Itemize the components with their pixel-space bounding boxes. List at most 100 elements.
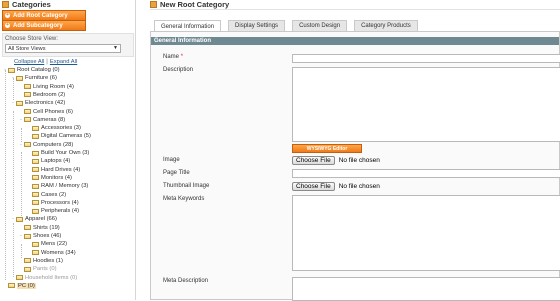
general-information-section: General Information Name * Description W…	[150, 31, 560, 301]
sidebar-header: Categories	[0, 0, 135, 9]
tree-node[interactable]: Shirts (19)	[19, 224, 60, 232]
tree-node-label: Root Catalog (0)	[17, 67, 60, 73]
tree-node[interactable]: Pants (0)	[19, 265, 57, 273]
folder-icon	[24, 142, 31, 148]
tab-display-settings[interactable]: Display Settings	[228, 20, 286, 31]
thumbnail-choose-file-button[interactable]: Choose File	[292, 182, 335, 191]
tree-node-label: PC (0)	[17, 282, 36, 289]
links-separator: |	[46, 59, 48, 65]
tree-guide-line	[21, 128, 22, 142]
folder-icon	[32, 125, 39, 131]
tree-guide-line	[13, 78, 14, 100]
folder-icon	[32, 158, 39, 164]
folder-icon	[32, 241, 39, 247]
required-mark: *	[180, 54, 184, 60]
tree-node-label: Monitors (4)	[41, 174, 72, 181]
tree-node[interactable]: - Shoes (46)	[19, 232, 61, 240]
wysiwyg-editor-button[interactable]: WYSIWYG Editor	[292, 144, 362, 153]
folder-icon	[32, 175, 39, 181]
tree-node[interactable]: Mens (22)	[27, 240, 67, 248]
tree-node[interactable]: Hoodies (1)	[19, 257, 63, 265]
image-label: Image	[163, 157, 180, 163]
tree-guide-line	[21, 244, 22, 258]
tree-node-label: RAM / Memory (3)	[41, 183, 89, 190]
tree-node[interactable]: PC (0)	[3, 282, 36, 290]
section-title: General Information	[151, 37, 559, 45]
tree-node-label: Digital Cameras (5)	[41, 133, 91, 140]
tree-node[interactable]: Womens (34)	[27, 249, 76, 257]
add-root-category-label: Add Root Category	[13, 12, 68, 19]
tree-node-label: Build Your Own (3)	[41, 150, 90, 156]
tree-toggle-icon[interactable]: -	[19, 142, 23, 148]
folder-icon	[32, 167, 39, 173]
folder-icon	[16, 216, 23, 222]
tree-node[interactable]: Living Room (4)	[19, 83, 74, 91]
tree-node[interactable]: Cell Phones (6)	[19, 108, 73, 116]
tree-node[interactable]: Bedroom (2)	[19, 91, 65, 99]
meta-description-textarea[interactable]	[292, 277, 560, 301]
folder-icon	[8, 283, 15, 289]
description-textarea[interactable]	[292, 67, 560, 142]
page-title-input[interactable]	[292, 169, 560, 178]
tree-node[interactable]: Peripherals (4)	[27, 207, 79, 215]
tree-node[interactable]: Cases (2)	[27, 191, 66, 199]
folder-icon	[32, 200, 39, 206]
tab-category-products[interactable]: Category Products	[354, 20, 418, 31]
store-view-select[interactable]: All Store Views ▼	[5, 44, 121, 53]
folder-icon	[16, 75, 23, 81]
folder-icon	[24, 225, 31, 231]
tree-node[interactable]: Digital Cameras (5)	[27, 132, 91, 140]
plus-icon: +	[5, 22, 10, 28]
thumbnail-file-picker: Choose File No file chosen	[292, 182, 380, 191]
folder-icon	[24, 84, 31, 90]
tree-node-label: Shoes (46)	[33, 233, 62, 239]
name-label: Name *	[163, 54, 183, 60]
page-header: New Root Category	[150, 0, 560, 10]
tree-node-label: Cameras (8)	[33, 116, 66, 123]
tree-node[interactable]: - Root Catalog (0)	[3, 66, 60, 74]
categories-sidebar: Categories + Add Root Category + Add Sub…	[0, 0, 136, 300]
tree-node[interactable]: Build Your Own (3)	[27, 149, 89, 157]
folder-icon	[24, 109, 31, 114]
meta-keywords-textarea[interactable]	[292, 195, 560, 271]
tree-toggle-icon[interactable]: -	[19, 233, 23, 239]
expand-all-link[interactable]: Expand All	[50, 59, 77, 65]
tree-node-label: Living Room (4)	[33, 83, 74, 90]
tree-node[interactable]: Monitors (4)	[27, 174, 72, 182]
tree-toggle-icon[interactable]: -	[11, 100, 15, 106]
tree-toggle-icon[interactable]: -	[11, 216, 15, 222]
tree-node[interactable]: RAM / Memory (3)	[27, 182, 88, 190]
tree-node[interactable]: Household Items (0)	[11, 274, 77, 282]
tree-node[interactable]: Processors (4)	[27, 199, 79, 207]
categories-icon	[2, 0, 9, 8]
name-input[interactable]	[292, 54, 560, 63]
folder-icon	[32, 150, 39, 156]
tree-node[interactable]: - Cameras (8)	[19, 116, 65, 124]
tree-node[interactable]: Laptops (4)	[27, 157, 70, 165]
page-title: New Root Category	[160, 0, 230, 9]
add-subcategory-button[interactable]: + Add Subcategory	[2, 20, 86, 31]
folder-icon	[8, 67, 15, 73]
tree-node[interactable]: - Computers (28)	[19, 141, 73, 149]
tree-node[interactable]: - Furniture (6)	[11, 74, 57, 82]
tab-custom-design[interactable]: Custom Design	[292, 20, 348, 31]
thumbnail-image-label: Thumbnail Image	[163, 183, 210, 189]
tree-toggle-icon[interactable]: -	[19, 117, 23, 123]
store-view-value: All Store Views	[8, 45, 46, 52]
folder-icon	[32, 192, 39, 197]
tree-node[interactable]: - Apparel (66)	[11, 215, 57, 223]
page-title-label: Page Title	[163, 170, 190, 176]
tree-node[interactable]: Accessories (3)	[27, 124, 81, 132]
tree-node-label: Hoodies (1)	[33, 257, 63, 264]
meta-description-label: Meta Description	[163, 278, 209, 284]
folder-icon	[24, 266, 31, 272]
store-view-label: Choose Store View:	[5, 36, 58, 42]
tree-node[interactable]: - Electronics (42)	[11, 99, 65, 107]
folder-icon	[32, 250, 39, 256]
main-content: New Root Category General Information Di…	[150, 0, 560, 301]
tree-node-label: Peripherals (4)	[41, 208, 80, 215]
tree-node[interactable]: Hard Drives (4)	[27, 166, 80, 174]
store-view-switcher: Choose Store View: All Store Views ▼	[2, 33, 134, 57]
image-choose-file-button[interactable]: Choose File	[292, 156, 335, 165]
collapse-all-link[interactable]: Collapse All	[14, 59, 44, 65]
